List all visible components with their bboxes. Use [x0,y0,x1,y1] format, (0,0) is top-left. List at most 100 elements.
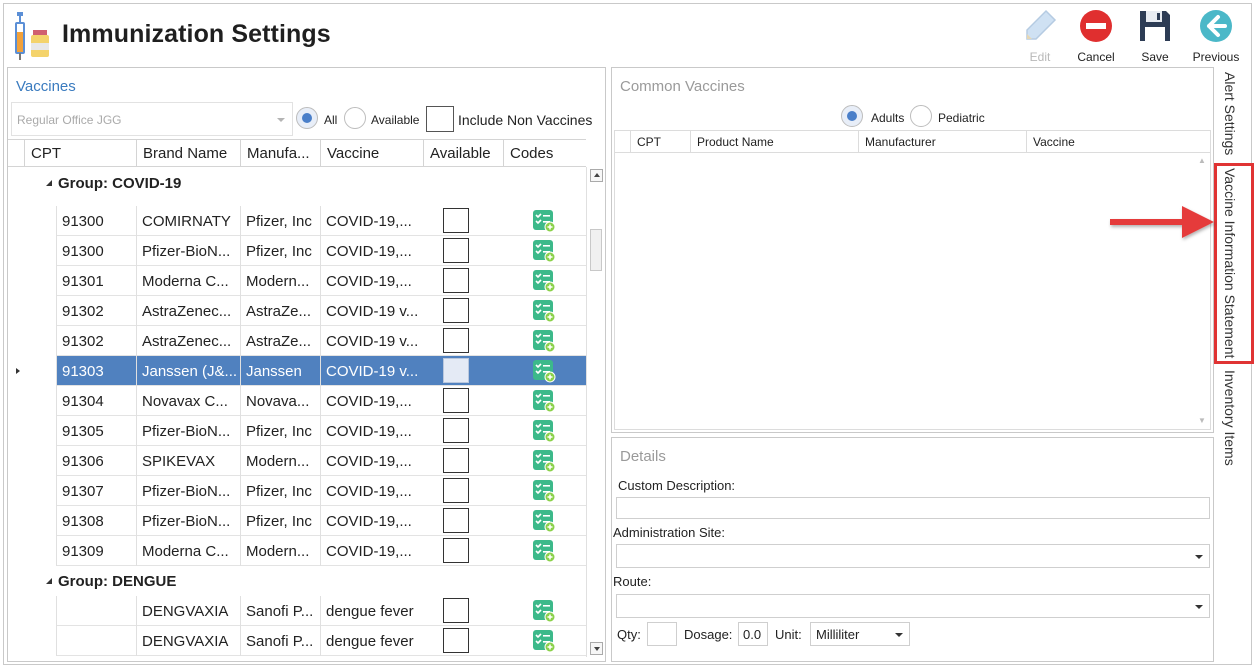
table-row[interactable]: 91309 Moderna C... Modern... COVID-19,... [56,536,586,566]
table-row[interactable]: DENGVAXIA Sanofi P... dengue fever [56,596,586,626]
available-checkbox[interactable] [443,328,469,353]
codes-checklist-icon[interactable] [532,239,556,263]
cell-brand: Pfizer-BioN... [136,236,240,266]
save-button[interactable]: Save [1125,8,1185,64]
table-row[interactable]: 91304 Novavax C... Novava... COVID-19,... [56,386,586,416]
route-select[interactable] [616,594,1210,618]
tab-inventory-items[interactable]: Inventory Items [1222,370,1238,466]
immunization-app-icon [15,12,49,60]
available-checkbox[interactable] [443,508,469,533]
available-checkbox[interactable] [443,628,469,653]
include-non-vaccines-checkbox[interactable] [426,106,454,132]
available-checkbox[interactable] [443,598,469,623]
administration-site-select[interactable] [616,544,1210,568]
previous-arrow-icon [1200,10,1232,42]
cv-column-manufacturer[interactable]: Manufacturer [858,131,1026,152]
cv-column-product-name[interactable]: Product Name [690,131,858,152]
available-checkbox[interactable] [443,478,469,503]
cv-column-cpt[interactable]: CPT [630,131,690,152]
codes-checklist-icon[interactable] [532,599,556,623]
available-checkbox[interactable] [443,388,469,413]
scroll-up-icon[interactable]: ▲ [1197,156,1207,166]
cell-brand: Janssen (J&... [136,356,240,386]
tab-alert-settings[interactable]: Alert Settings [1222,72,1238,155]
group-row[interactable]: Group: DENGUE [8,566,586,596]
previous-button[interactable]: Previous [1186,8,1246,64]
adults-radio[interactable] [841,105,863,127]
qty-input[interactable] [647,622,677,646]
available-checkbox[interactable] [443,238,469,263]
codes-checklist-icon[interactable] [532,449,556,473]
codes-checklist-icon[interactable] [532,299,556,323]
available-checkbox[interactable] [443,448,469,473]
codes-checklist-icon[interactable] [532,479,556,503]
edit-button[interactable]: Edit [1010,8,1070,64]
pediatric-radio[interactable] [910,105,932,127]
scroll-up-icon[interactable] [590,169,603,182]
available-checkbox[interactable] [443,208,469,233]
available-checkbox[interactable] [443,538,469,563]
cell-manufacturer: Modern... [240,446,320,476]
scroll-thumb[interactable] [590,229,602,271]
codes-checklist-icon[interactable] [532,419,556,443]
scroll-down-icon[interactable]: ▼ [1197,416,1207,426]
column-header-vaccine[interactable]: Vaccine [320,140,423,167]
table-row[interactable]: 91306 SPIKEVAX Modern... COVID-19,... [56,446,586,476]
table-row[interactable]: 91300 COMIRNATY Pfizer, Inc COVID-19,... [56,206,586,236]
table-row[interactable]: DENGVAXIA Sanofi P... dengue fever [56,626,586,656]
cell-cpt: 91309 [56,536,136,566]
collapse-triangle-icon[interactable] [46,180,52,186]
cell-cpt: 91300 [56,236,136,266]
vaccines-scrollbar[interactable] [586,167,604,657]
column-header-codes[interactable]: Codes [503,140,586,167]
available-checkbox[interactable] [443,268,469,293]
codes-checklist-icon[interactable] [532,539,556,563]
codes-checklist-icon[interactable] [532,209,556,233]
codes-checklist-icon[interactable] [532,389,556,413]
custom-description-input[interactable] [616,497,1210,519]
group-title: Group: COVID-19 [58,175,182,192]
column-header-cpt[interactable]: CPT [24,140,136,167]
cell-manufacturer: Sanofi P... [240,596,320,626]
filter-available-radio[interactable] [344,107,366,129]
table-row[interactable]: 91301 Moderna C... Modern... COVID-19,... [56,266,586,296]
common-vaccines-scrollbar[interactable]: ▲ ▼ [1194,153,1210,429]
group-row[interactable]: Group: COVID-19 [8,168,586,198]
edit-pencil-icon [1026,9,1057,40]
cell-manufacturer: Pfizer, Inc [240,236,320,266]
details-panel: Details Custom Description: Administrati… [611,437,1214,662]
available-checkbox[interactable] [443,298,469,323]
unit-select[interactable]: Milliliter [810,622,910,646]
codes-checklist-icon[interactable] [532,269,556,293]
cell-brand: DENGVAXIA [136,626,240,656]
available-checkbox[interactable] [443,418,469,443]
codes-checklist-icon[interactable] [532,509,556,533]
table-row[interactable]: 91303 Janssen (J&... Janssen COVID-19 v... [56,356,586,386]
current-row-indicator-icon [16,368,20,374]
column-header-manufacturer[interactable]: Manufa... [240,140,320,167]
codes-checklist-icon[interactable] [532,329,556,353]
table-row[interactable]: 91302 AstraZenec... AstraZe... COVID-19 v..… [56,326,586,356]
cv-column-vaccine[interactable]: Vaccine [1026,131,1210,152]
table-row[interactable]: 91302 AstraZenec... AstraZe... COVID-19 v..… [56,296,586,326]
column-header-brand-name[interactable]: Brand Name [136,140,240,167]
cell-manufacturer: Pfizer, Inc [240,206,320,236]
dosage-input[interactable]: 0.0 [738,622,768,646]
cell-cpt: 91304 [56,386,136,416]
collapse-triangle-icon[interactable] [46,578,52,584]
table-row[interactable]: 91305 Pfizer-BioN... Pfizer, Inc COVID-19,.… [56,416,586,446]
table-row[interactable]: 91300 Pfizer-BioN... Pfizer, Inc COVID-19,.… [56,236,586,266]
column-header-available[interactable]: Available [423,140,503,167]
office-select[interactable]: Regular Office JGG [11,102,293,136]
codes-checklist-icon[interactable] [532,629,556,653]
scroll-down-icon[interactable] [590,642,603,655]
table-row[interactable]: 91307 Pfizer-BioN... Pfizer, Inc COVID-19,.… [56,476,586,506]
table-row[interactable]: 91308 Pfizer-BioN... Pfizer, Inc COVID-19,.… [56,506,586,536]
available-checkbox[interactable] [443,358,469,383]
filter-all-radio[interactable] [296,107,318,129]
cancel-button[interactable]: Cancel [1066,8,1126,64]
common-vaccines-grid: CPT Product Name Manufacturer Vaccine ▲ … [614,130,1211,430]
cell-manufacturer: AstraZe... [240,296,320,326]
codes-checklist-icon[interactable] [532,359,556,383]
cell-vaccine: dengue fever [320,626,423,656]
